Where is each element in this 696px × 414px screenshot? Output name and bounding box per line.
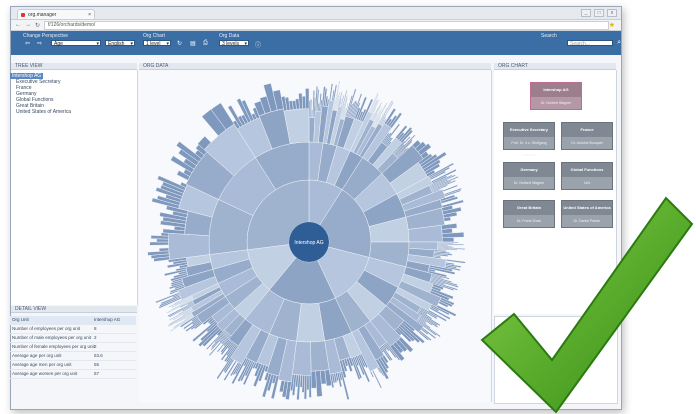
search-icon[interactable]: ⌕ <box>617 39 621 47</box>
tree-item[interactable]: United States of America <box>10 109 71 115</box>
perspective-select[interactable]: Age <box>51 40 101 47</box>
refresh-icon[interactable]: ↻ <box>177 40 182 47</box>
window-controls: _ □ x <box>581 9 617 17</box>
sunburst-chart[interactable]: Intershop AG <box>139 70 491 402</box>
back-icon[interactable]: ← <box>15 22 21 28</box>
maximize-button[interactable]: □ <box>594 9 604 17</box>
url-input[interactable]: f/126/orchards/demo/ <box>44 20 609 30</box>
detail-row: Number of male employees per org unit 2 <box>10 334 136 343</box>
sunburst-ring4-segment[interactable] <box>308 375 312 398</box>
document-icon[interactable]: ▤ <box>190 40 196 47</box>
detail-row: Average age per org unit 53.6 <box>10 352 136 361</box>
org-node-person: Dr. Norbert Wagner <box>531 97 581 109</box>
close-tab-icon[interactable]: × <box>88 10 91 20</box>
detail-row: Org Unit Intershop AG <box>10 316 136 325</box>
orgchart-label: Org Chart <box>143 33 165 39</box>
minimize-button[interactable]: _ <box>581 9 591 17</box>
reload-icon[interactable]: ↻ <box>35 22 40 29</box>
detail-row: Average age women per org unit 57 <box>10 370 136 379</box>
orgdata-level-select[interactable]: 3 levels <box>219 40 249 47</box>
detail-row: Average age men per org unit 55 <box>10 361 136 370</box>
search-input[interactable]: Search... <box>567 40 613 47</box>
org-node[interactable]: Executive Secretary Prof. Dr. h.c. Wolfga… <box>503 122 555 157</box>
sunburst-ring4-segment[interactable] <box>301 95 307 110</box>
detail-row: Number of female employees per org unit 2 <box>10 343 136 352</box>
browser-tabbar: org.manager × _ □ x <box>11 7 621 20</box>
org-node-title: Intershop AG <box>543 87 569 92</box>
org-node[interactable]: France Dr. Antoine Bouquet <box>561 122 613 150</box>
search-label: Search <box>541 33 557 39</box>
orgchart-level-select[interactable]: 1 level <box>143 40 171 47</box>
language-select[interactable]: English <box>105 40 135 47</box>
detail-row: Number of employees per org unit 8 <box>10 325 136 334</box>
detail-view: Org Unit Intershop AG Number of employees… <box>10 316 136 379</box>
info-icon[interactable]: ⓘ <box>255 40 261 49</box>
forward-icon[interactable]: → <box>25 22 31 28</box>
sunburst-center-label: Intershop AG <box>294 240 323 246</box>
sunburst-ring4-segment[interactable] <box>305 88 310 109</box>
close-window-button[interactable]: x <box>607 9 617 17</box>
tab-title: org.manager <box>28 12 57 18</box>
sunburst-ring4-segment[interactable] <box>149 241 169 246</box>
perspective-label: Change Perspective <box>23 33 69 39</box>
print-icon[interactable]: ⎙ <box>203 40 208 47</box>
org-node-root[interactable]: Intershop AG Dr. Norbert Wagner <box>530 82 582 110</box>
org-node[interactable]: Global Functions N/A <box>561 162 613 190</box>
address-bar-row: ← → ↻ f/126/orchards/demo/ ★ <box>11 20 621 31</box>
tree-view: Intershop AG Executive Secretary France … <box>10 73 71 115</box>
arrow-right-icon[interactable]: ⇨ <box>37 40 42 47</box>
org-chart-header: ORG CHART <box>494 63 616 70</box>
orgdata-label: Org Data <box>219 33 240 39</box>
org-node[interactable]: Germany Dr. Norbert Wagner <box>503 162 555 190</box>
checkmark-icon <box>480 196 694 414</box>
sunburst-ring4-segment[interactable] <box>156 238 169 243</box>
browser-tab[interactable]: org.manager × <box>17 9 95 19</box>
arrow-left-icon[interactable]: ⇦ <box>25 40 30 47</box>
detail-view-header: DETAIL VIEW <box>11 306 137 313</box>
sunburst-ring4-segment[interactable] <box>310 370 317 389</box>
sunburst-ring4-segment[interactable] <box>441 237 455 243</box>
org-data-header: ORG DATA <box>139 63 491 70</box>
app-favicon-icon <box>21 13 25 17</box>
app-toolbar: Change Perspective ⇦ ⇨ Age English Org C… <box>11 31 621 55</box>
bookmark-star-icon[interactable]: ★ <box>609 21 615 29</box>
tree-view-header: TREE VIEW <box>11 63 137 70</box>
sunburst-ring4-segment[interactable] <box>158 247 170 252</box>
